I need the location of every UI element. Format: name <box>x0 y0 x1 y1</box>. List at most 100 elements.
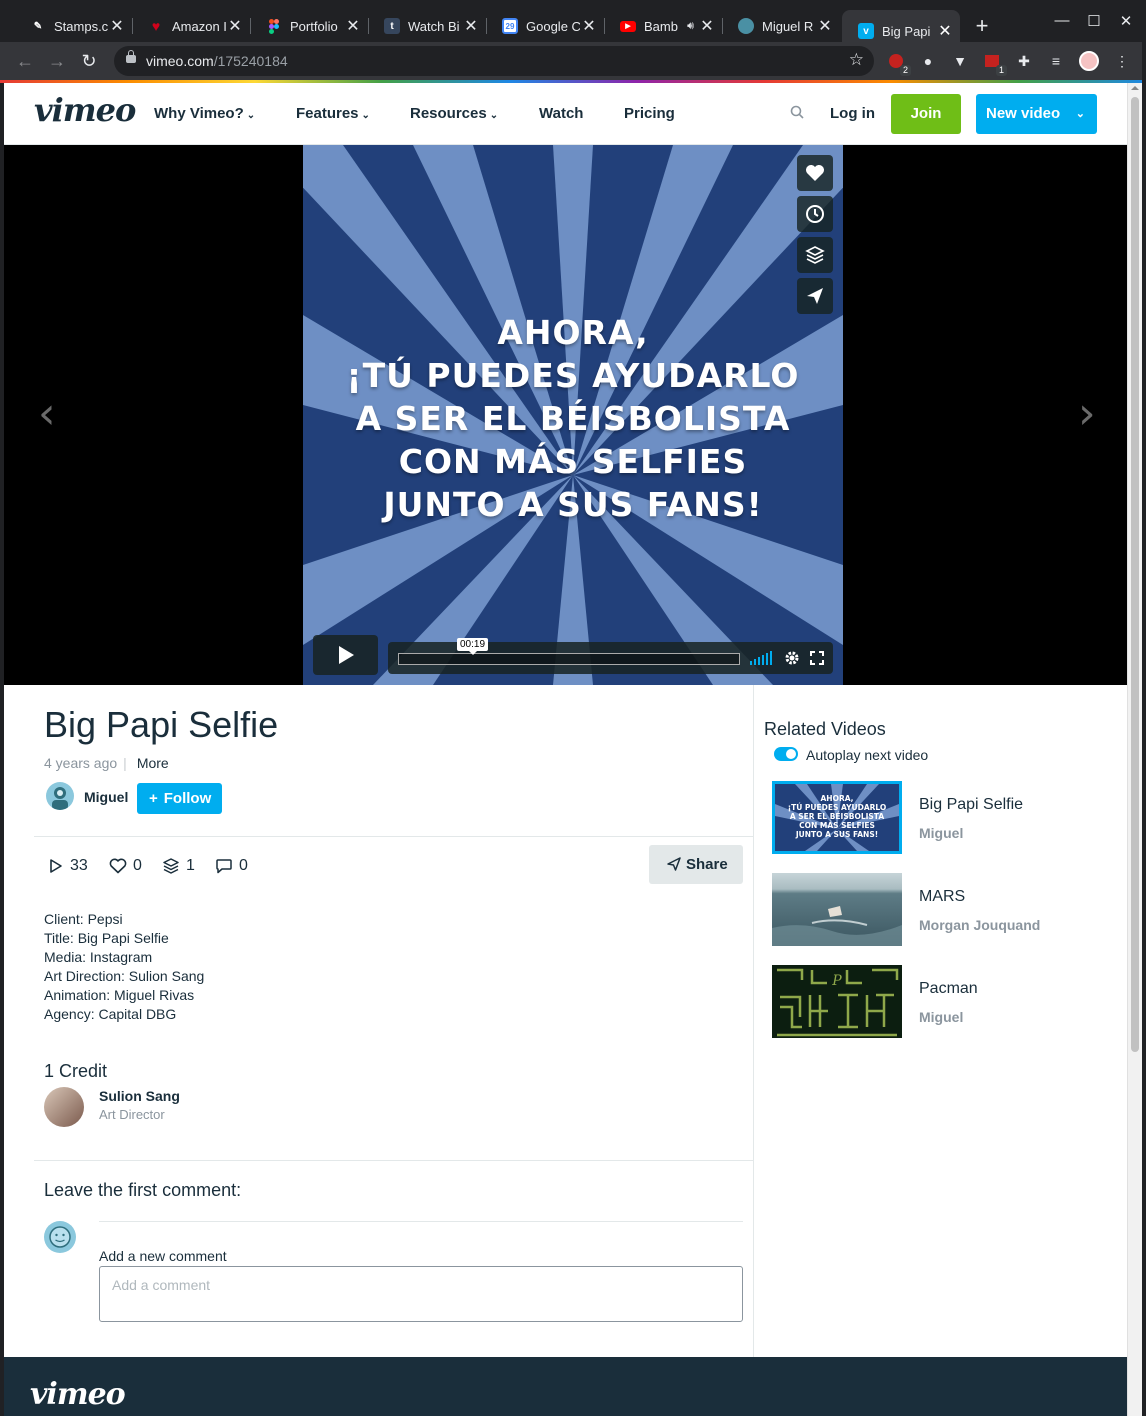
credit-name[interactable]: Sulion Sang <box>99 1088 180 1104</box>
tab-youtube[interactable]: ▶ Bamb 🔊︎ ✕ <box>604 10 723 42</box>
related-author[interactable]: Morgan Jouquand <box>919 917 1040 933</box>
share-send-button[interactable] <box>797 278 833 314</box>
owner-avatar[interactable] <box>46 782 74 810</box>
nav-features[interactable]: Features ⌄ <box>296 105 370 122</box>
autoplay-toggle[interactable] <box>774 747 798 761</box>
player-controls: 00:19 <box>313 635 833 675</box>
related-title[interactable]: MARS <box>919 888 965 906</box>
previous-video-arrow-icon[interactable]: ‹ <box>38 388 56 439</box>
autoplay-label: Autoplay next video <box>806 747 929 763</box>
tumblr-favicon: t <box>384 18 400 34</box>
scroll-up-icon[interactable] <box>1131 86 1139 90</box>
address-bar[interactable]: vimeo.com/175240184 ☆ <box>114 46 874 76</box>
tab-stamps[interactable]: ✎ Stamps.c ✕ <box>14 10 133 42</box>
comments-stat[interactable]: 0 <box>215 857 248 875</box>
chevron-down-icon: ⌄ <box>361 110 370 121</box>
new-tab-button[interactable]: + <box>972 14 992 38</box>
paper-plane-icon <box>807 288 823 304</box>
chevron-down-icon: ⌄ <box>246 110 256 121</box>
back-icon[interactable]: ← <box>14 50 36 72</box>
url-text: vimeo.com/175240184 <box>146 53 288 69</box>
close-tab-icon[interactable]: ✕ <box>698 16 716 36</box>
extension-icon[interactable]: ● <box>919 52 937 70</box>
chevron-down-icon: ⌄ <box>489 110 499 121</box>
tab-portfolio[interactable]: Portfolio ✕ <box>250 10 369 42</box>
close-window-icon[interactable]: ✕ <box>1116 12 1136 30</box>
svg-text:P: P <box>831 973 842 989</box>
related-thumb-big-papi[interactable]: AHORA, ¡TÚ PUEDES AYUDARLO A SER EL BÉIS… <box>772 781 902 854</box>
close-tab-icon[interactable]: ✕ <box>462 16 480 36</box>
comment-input[interactable] <box>99 1266 743 1322</box>
close-tab-icon[interactable]: ✕ <box>816 16 834 36</box>
related-thumb-mars[interactable] <box>772 873 902 946</box>
maximize-icon[interactable]: ☐ <box>1084 12 1104 30</box>
like-heart-button[interactable] <box>797 155 833 191</box>
close-tab-icon[interactable]: ✕ <box>936 21 954 41</box>
next-video-arrow-icon[interactable]: › <box>1078 388 1096 439</box>
vimeo-logo[interactable]: vimeo <box>34 91 136 129</box>
join-button[interactable]: Join <box>891 94 961 134</box>
likes-stat[interactable]: 0 <box>109 857 142 875</box>
volume-icon[interactable] <box>750 651 774 665</box>
fullscreen-icon[interactable] <box>810 651 824 665</box>
video-frame[interactable]: AHORA, ¡TÚ PUEDES AYUDARLO A SER EL BÉIS… <box>303 145 843 685</box>
nav-pricing[interactable]: Pricing <box>624 105 675 122</box>
vue-devtools-icon[interactable]: ▼ <box>951 52 969 70</box>
login-link[interactable]: Log in <box>830 105 875 122</box>
related-author[interactable]: Miguel <box>919 825 963 841</box>
comment-label: Add a new comment <box>99 1248 227 1264</box>
profile-avatar[interactable] <box>1079 51 1099 71</box>
divider <box>99 1221 743 1222</box>
close-tab-icon[interactable]: ✕ <box>344 16 362 36</box>
speaker-icon[interactable]: 🔊︎ <box>687 20 694 33</box>
reload-icon[interactable]: ↻ <box>78 50 100 72</box>
column-divider <box>753 685 754 1357</box>
minimize-icon[interactable]: — <box>1052 12 1072 29</box>
lock-icon <box>126 50 136 63</box>
paper-plane-icon <box>667 857 681 871</box>
page-scrollbar[interactable] <box>1127 83 1142 1416</box>
puzzle-icon[interactable]: ✚ <box>1015 52 1033 70</box>
tab-amazon[interactable]: ♥ Amazon I ✕ <box>132 10 251 42</box>
play-button[interactable] <box>313 635 378 675</box>
collections-stat[interactable]: 1 <box>162 857 195 875</box>
nav-resources[interactable]: Resources ⌄ <box>410 105 498 122</box>
close-tab-icon[interactable]: ✕ <box>108 16 126 36</box>
related-author[interactable]: Miguel <box>919 1009 963 1025</box>
follow-button[interactable]: + Follow <box>137 783 222 814</box>
close-tab-icon[interactable]: ✕ <box>580 16 598 36</box>
search-icon[interactable] <box>790 105 804 119</box>
credit-avatar[interactable] <box>44 1087 84 1127</box>
footer-vimeo-logo[interactable]: vimeo <box>30 1377 126 1412</box>
tab-miguel[interactable]: Miguel R ✕ <box>722 10 840 42</box>
share-button[interactable]: Share <box>649 845 743 884</box>
related-title[interactable]: Pacman <box>919 980 978 998</box>
google-calendar-favicon: 29 <box>502 18 518 34</box>
video-title: Big Papi Selfie <box>44 704 279 745</box>
new-video-button[interactable]: New video ⌄ <box>976 94 1097 134</box>
progress-track[interactable] <box>398 653 740 665</box>
forward-icon[interactable]: → <box>46 50 68 72</box>
user-avatar <box>44 1221 76 1253</box>
tab-google-calendar[interactable]: 29 Google C ✕ <box>486 10 605 42</box>
watch-later-button[interactable] <box>797 196 833 232</box>
settings-gear-icon[interactable] <box>784 650 800 666</box>
related-thumb-pacman[interactable]: P <box>772 965 902 1038</box>
tab-watch[interactable]: t Watch Bi ✕ <box>368 10 487 42</box>
more-link[interactable]: More <box>137 755 169 771</box>
ublock-icon[interactable]: 2 <box>887 52 911 76</box>
close-tab-icon[interactable]: ✕ <box>226 16 244 36</box>
related-title[interactable]: Big Papi Selfie <box>919 796 1023 814</box>
chrome-menu-icon[interactable]: ⋮ <box>1113 52 1131 70</box>
bookmark-star-icon[interactable]: ☆ <box>849 50 864 70</box>
scrollbar-thumb[interactable] <box>1131 97 1139 1052</box>
nav-watch[interactable]: Watch <box>539 105 583 122</box>
calendar-extension-icon[interactable]: 1 <box>983 52 1007 76</box>
video-headline: AHORA, ¡TÚ PUEDES AYUDARLO A SER EL BÉIS… <box>346 313 800 524</box>
nav-why-vimeo[interactable]: Why Vimeo? ⌄ <box>154 105 255 122</box>
chevron-down-icon: ⌄ <box>1075 108 1085 120</box>
youtube-favicon: ▶ <box>620 20 636 32</box>
owner-name[interactable]: Miguel <box>84 789 128 805</box>
add-to-collection-button[interactable] <box>797 237 833 273</box>
media-control-icon[interactable]: ≡ <box>1047 52 1065 70</box>
